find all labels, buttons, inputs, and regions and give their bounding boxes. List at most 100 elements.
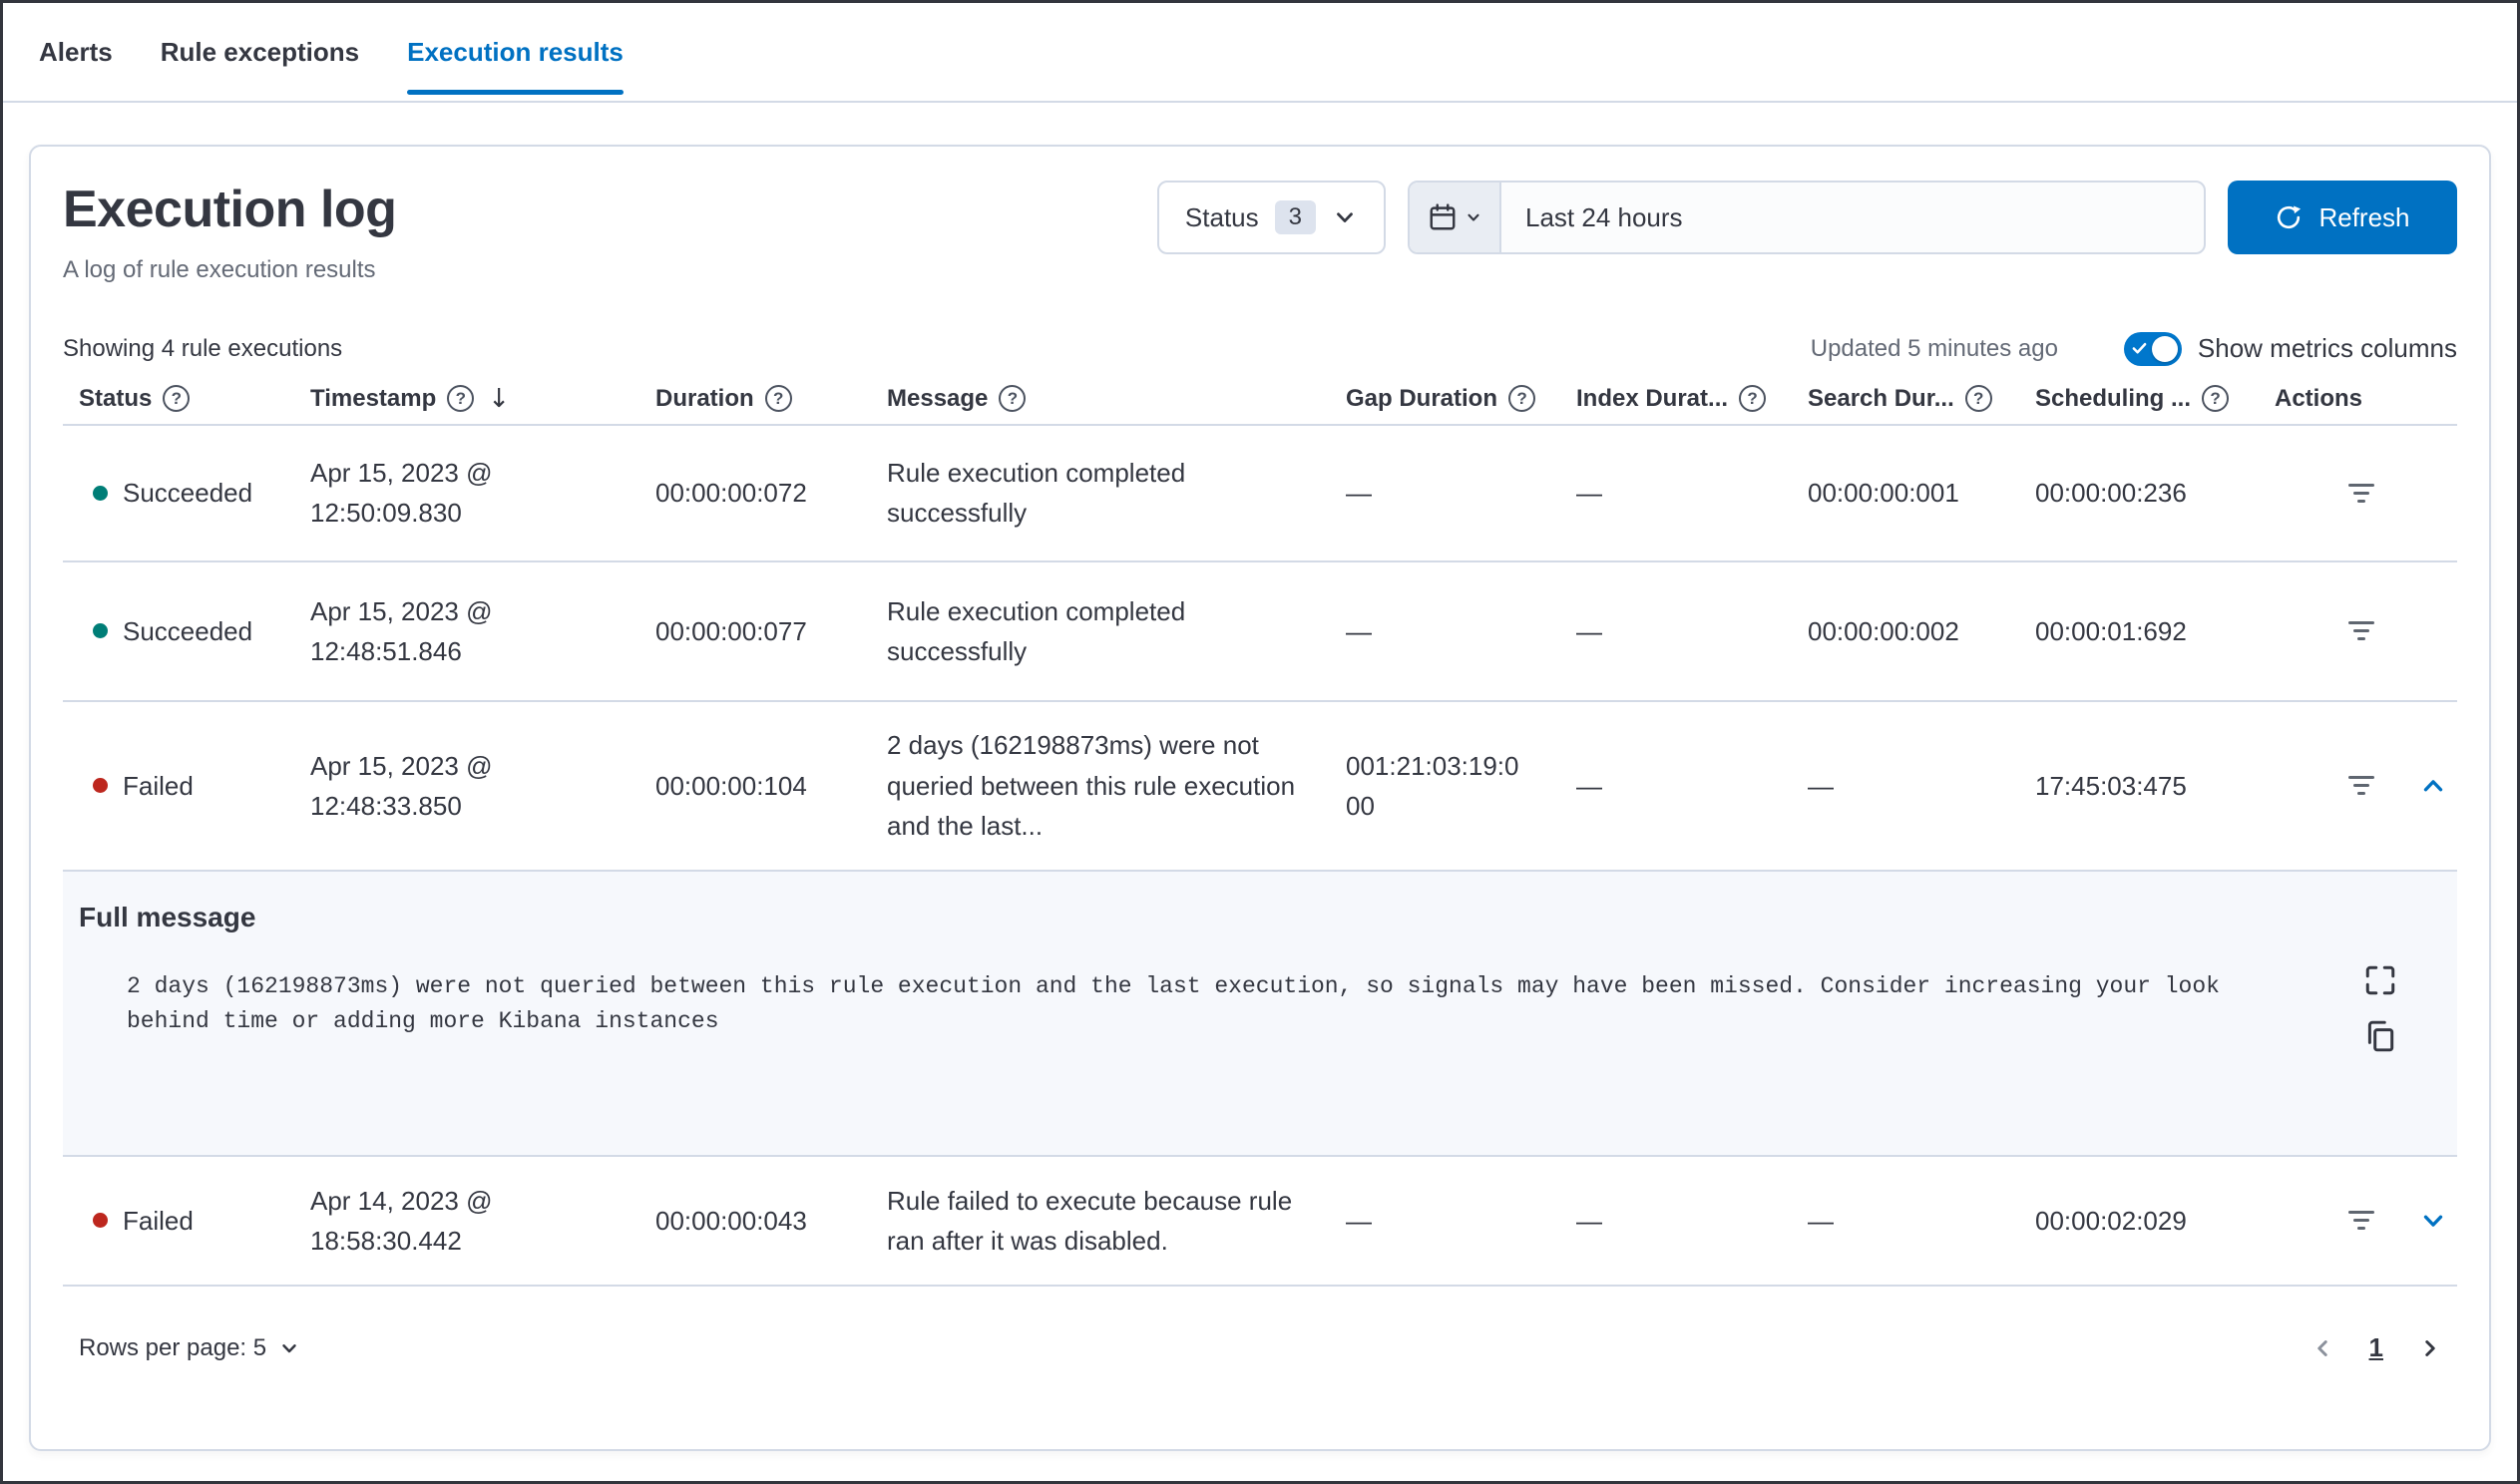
table-row: Succeeded Apr 15, 2023 @ 12:50:09.830 00… xyxy=(63,426,2457,562)
page-number-1[interactable]: 1 xyxy=(2369,1332,2383,1363)
col-header-actions: Actions xyxy=(2275,384,2363,412)
help-icon[interactable]: ? xyxy=(999,385,1027,413)
filter-actions-icon[interactable] xyxy=(2348,776,2374,796)
duration-cell: 00:00:00:077 xyxy=(655,615,807,646)
message-cell: 2 days (162198873ms) were not queried be… xyxy=(887,730,1296,841)
status-filter-label: Status xyxy=(1184,201,1259,232)
status-cell: Succeeded xyxy=(63,611,294,651)
chevron-down-icon xyxy=(278,1337,300,1359)
panel-header: Execution log A log of rule execution re… xyxy=(63,147,2457,284)
filter-controls: Status 3 Last 24 hours Refresh xyxy=(1156,181,2457,254)
status-label: Succeeded xyxy=(123,615,253,646)
status-filter-count-badge: 3 xyxy=(1274,200,1316,234)
toggle-knob xyxy=(2151,335,2178,362)
timestamp-cell: Apr 15, 2023 @ 12:50:09.830 xyxy=(310,458,493,529)
table-meta-row: Showing 4 rule executions Updated 5 minu… xyxy=(63,331,2457,366)
timestamp-cell: Apr 14, 2023 @ 18:58:30.442 xyxy=(310,1185,493,1256)
col-header-status: Status? xyxy=(63,385,294,413)
index-duration-cell: — xyxy=(1576,478,1602,509)
gap-duration-cell: — xyxy=(1346,1205,1372,1236)
status-dot-danger xyxy=(93,778,108,794)
help-icon[interactable]: ? xyxy=(1739,385,1767,413)
scheduling-delay-cell: 00:00:00:236 xyxy=(2035,478,2187,509)
search-duration-cell: 00:00:00:002 xyxy=(1808,615,1959,646)
table-row: Succeeded Apr 15, 2023 @ 12:48:51.846 00… xyxy=(63,562,2457,702)
gap-duration-cell: — xyxy=(1346,478,1372,509)
rows-per-page-button[interactable]: Rows per page: 5 xyxy=(63,1334,300,1362)
help-icon[interactable]: ? xyxy=(447,385,475,413)
copy-icon[interactable] xyxy=(2363,1019,2397,1053)
refresh-button[interactable]: Refresh xyxy=(2228,181,2457,254)
filter-actions-icon[interactable] xyxy=(2348,621,2374,641)
index-duration-cell: — xyxy=(1576,770,1602,801)
page-subtitle: A log of rule execution results xyxy=(63,255,376,283)
filter-actions-icon[interactable] xyxy=(2348,483,2374,503)
scheduling-delay-cell: 00:00:02:029 xyxy=(2035,1205,2187,1236)
status-dot-danger xyxy=(93,1213,108,1229)
tab-rule-exceptions[interactable]: Rule exceptions xyxy=(161,3,359,101)
status-label: Succeeded xyxy=(123,478,253,509)
tab-alerts[interactable]: Alerts xyxy=(39,3,113,101)
search-duration-cell: — xyxy=(1808,1205,1834,1236)
show-metrics-toggle[interactable] xyxy=(2123,331,2182,366)
status-label: Failed xyxy=(123,770,194,801)
help-icon[interactable]: ? xyxy=(764,385,792,413)
search-duration-cell: — xyxy=(1808,770,1834,801)
chevron-down-icon xyxy=(1465,208,1482,226)
col-header-timestamp[interactable]: Timestamp? ↓ xyxy=(294,384,639,414)
actions-cell xyxy=(2259,621,2457,641)
help-icon[interactable]: ? xyxy=(163,385,191,413)
fullscreen-icon[interactable] xyxy=(2363,963,2397,997)
meta-right: Updated 5 minutes ago Show metrics colum… xyxy=(1811,331,2457,366)
actions-cell xyxy=(2259,483,2457,503)
col-header-message: Message? xyxy=(871,385,1330,413)
tab-execution-results[interactable]: Execution results xyxy=(407,3,624,101)
gap-duration-cell: — xyxy=(1346,615,1372,646)
table-row: Failed Apr 14, 2023 @ 18:58:30.442 00:00… xyxy=(63,1157,2457,1287)
date-quick-select-button[interactable] xyxy=(1410,183,1501,252)
actions-cell xyxy=(2259,771,2464,801)
previous-page-icon[interactable] xyxy=(2310,1335,2335,1361)
sort-desc-icon[interactable]: ↓ xyxy=(488,384,510,414)
pagination: 1 xyxy=(2310,1332,2457,1363)
rows-per-page-label: Rows per page: 5 xyxy=(79,1333,267,1361)
status-filter-button[interactable]: Status 3 xyxy=(1156,181,1386,254)
status-dot-success xyxy=(93,485,108,501)
index-duration-cell: — xyxy=(1576,1205,1602,1236)
help-icon[interactable]: ? xyxy=(1964,385,1992,413)
search-duration-cell: 00:00:00:001 xyxy=(1808,478,1959,509)
help-icon[interactable]: ? xyxy=(1508,385,1536,413)
duration-cell: 00:00:00:043 xyxy=(655,1205,807,1236)
timestamp-cell: Apr 15, 2023 @ 12:48:51.846 xyxy=(310,595,493,666)
chevron-down-icon xyxy=(1332,204,1358,230)
code-actions xyxy=(2363,963,2397,1053)
message-cell: Rule failed to execute because rule ran … xyxy=(887,1185,1293,1256)
full-message-body: 2 days (162198873ms) were not queried be… xyxy=(79,965,2433,1053)
title-block: Execution log A log of rule execution re… xyxy=(63,181,397,284)
full-message-text: 2 days (162198873ms) were not queried be… xyxy=(127,972,2234,1035)
col-header-scheduling-delay: Scheduling ...? xyxy=(2019,385,2259,413)
status-cell: Failed xyxy=(63,766,294,806)
full-message-heading: Full message xyxy=(79,901,256,932)
actions-cell xyxy=(2259,1206,2464,1236)
next-page-icon[interactable] xyxy=(2417,1335,2443,1361)
table-header-row: Status? Timestamp? ↓ Duration? Message? G… xyxy=(63,374,2457,426)
status-cell: Succeeded xyxy=(63,473,294,513)
col-header-gap-duration: Gap Duration? xyxy=(1330,385,1560,413)
scheduling-delay-cell: 00:00:01:692 xyxy=(2035,615,2187,646)
execution-log-table: Status? Timestamp? ↓ Duration? Message? G… xyxy=(63,374,2457,1410)
top-tab-bar: Alerts Rule exceptions Execution results xyxy=(3,3,2517,103)
show-metrics-toggle-label: Show metrics columns xyxy=(2197,333,2457,364)
help-icon[interactable]: ? xyxy=(2202,385,2230,413)
check-icon xyxy=(2132,342,2147,360)
execution-log-panel: Execution log A log of rule execution re… xyxy=(29,145,2491,1451)
chevron-up-icon[interactable] xyxy=(2418,771,2448,801)
table-row: Failed Apr 15, 2023 @ 12:48:33.850 00:00… xyxy=(63,702,2457,872)
col-header-index-duration: Index Durat...? xyxy=(1560,385,1792,413)
refresh-button-label: Refresh xyxy=(2318,201,2410,232)
col-header-duration: Duration? xyxy=(639,385,871,413)
chevron-down-icon[interactable] xyxy=(2418,1206,2448,1236)
date-range-value[interactable]: Last 24 hours xyxy=(1501,183,2204,252)
message-cell: Rule execution completed successfully xyxy=(887,595,1186,666)
filter-actions-icon[interactable] xyxy=(2348,1211,2374,1231)
